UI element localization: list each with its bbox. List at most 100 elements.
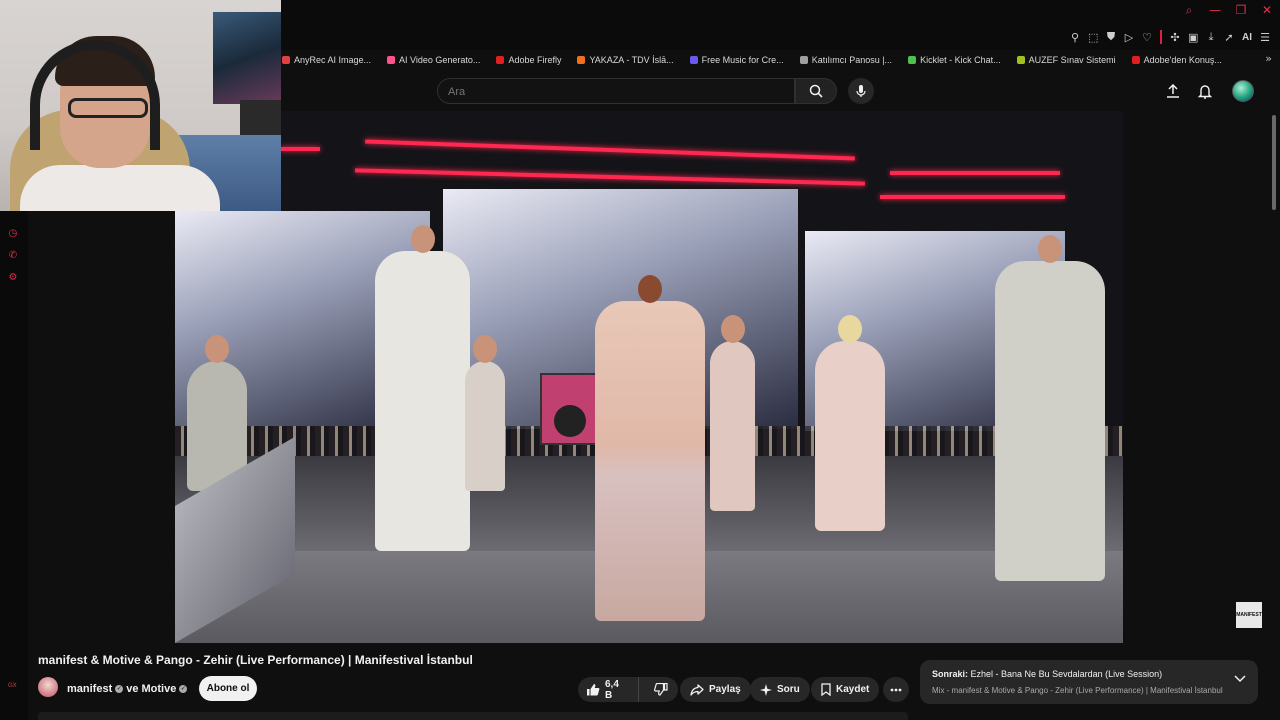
close-icon[interactable]: ✕ — [1260, 3, 1274, 18]
messenger-icon[interactable]: ✆ — [7, 250, 19, 262]
video-player[interactable] — [175, 111, 1123, 643]
channel-joiner: ve — [126, 683, 139, 695]
voice-search-button[interactable] — [848, 78, 874, 104]
thumbs-down-icon — [654, 683, 668, 696]
thumbs-up-icon — [587, 684, 600, 696]
up-next-title: Ezhel - Bana Ne Bu Sevdalardan (Live Ses… — [970, 669, 1163, 679]
account-avatar[interactable] — [1232, 80, 1254, 102]
pin-icon[interactable]: ⚲ — [1070, 31, 1080, 44]
like-dislike-group: 6,4 B — [578, 677, 678, 702]
chevron-down-icon[interactable] — [1234, 675, 1246, 683]
bookmarks-more-icon[interactable]: » — [1265, 52, 1272, 65]
stage-light-bar — [880, 195, 1065, 199]
bookmark-label: YAKAZA - TDV İslā... — [589, 55, 674, 65]
notifications-button[interactable] — [1194, 80, 1216, 102]
subscribe-button[interactable]: Abone ol — [199, 676, 257, 701]
bookmark-item[interactable]: AI Video Generato... — [387, 55, 480, 65]
stage-light-bar — [365, 139, 855, 161]
search-button[interactable] — [795, 78, 837, 104]
favicon-icon — [689, 56, 698, 64]
dislike-button[interactable] — [644, 677, 678, 702]
share-button[interactable]: Paylaş — [680, 677, 751, 702]
lead-singer — [595, 275, 705, 621]
dancer — [995, 235, 1105, 581]
channel-avatar[interactable] — [38, 677, 58, 697]
upload-icon — [1167, 84, 1179, 98]
bookmark-item[interactable]: Adobe Firefly — [496, 55, 561, 65]
stage-light-bar — [890, 171, 1060, 175]
bookmark-item[interactable]: Free Music for Cre... — [689, 55, 784, 65]
channel-name-b[interactable]: Motive — [142, 683, 177, 695]
bookmark-item[interactable]: AnyRec AI Image... — [282, 55, 371, 65]
up-next-card[interactable]: Sonraki: Ezhel - Bana Ne Bu Sevdalardan … — [920, 660, 1258, 704]
bookmark-item[interactable]: YAKAZA - TDV İslā... — [577, 55, 674, 65]
ask-button[interactable]: Soru — [750, 677, 810, 702]
dancer — [710, 315, 755, 511]
bookmark-item[interactable]: Adobe'den Konuş... — [1131, 55, 1222, 65]
youtube-header — [280, 70, 1280, 112]
bookmark-label: AI Video Generato... — [399, 55, 481, 65]
bookmark-label: Adobe'den Konuş... — [1143, 55, 1222, 65]
search-box — [437, 78, 795, 104]
settings-icon[interactable]: ⚙ — [7, 272, 19, 284]
bookmarks-bar: AnyRec AI Image... AI Video Generato... Ad… — [282, 52, 1280, 68]
glasses — [68, 98, 148, 118]
more-actions-button[interactable] — [883, 677, 909, 702]
video-title: manifest & Motive & Pango - Zehir (Live … — [38, 653, 473, 667]
stage-light-bar — [355, 168, 865, 186]
search-icon[interactable]: ⌕ — [1182, 3, 1196, 18]
channel-name-a[interactable]: manifest — [67, 683, 112, 695]
ask-label: Soru — [777, 684, 800, 695]
save-label: Kaydet — [836, 684, 870, 695]
bookmark-label: AUZEF Sınav Sistemi — [1028, 55, 1116, 65]
dancer — [815, 315, 885, 531]
download-icon[interactable]: ⤓ — [1206, 30, 1216, 44]
bookmark-item[interactable]: Katılımcı Panosu |... — [799, 55, 892, 65]
description-box-edge — [38, 712, 908, 720]
clock-icon[interactable]: ◷ — [7, 228, 19, 240]
favicon-icon — [1131, 56, 1140, 64]
channel-watermark[interactable]: MANIFEST — [1236, 602, 1262, 628]
wall-poster — [213, 12, 281, 104]
up-next-title-line: Sonraki: Ezhel - Bana Ne Bu Sevdalardan … — [932, 669, 1162, 679]
favicon-icon — [387, 56, 396, 64]
play-icon[interactable]: ▷ — [1124, 31, 1134, 44]
bookmark-item[interactable]: AUZEF Sınav Sistemi — [1016, 55, 1116, 65]
streamer-body — [20, 165, 220, 211]
shelf — [240, 100, 281, 140]
favicon-icon — [908, 56, 917, 64]
upload-button[interactable] — [1162, 80, 1184, 102]
page-scrollbar[interactable] — [1272, 115, 1276, 210]
favicon-icon — [1016, 56, 1025, 64]
puzzle-icon[interactable]: ✣ — [1170, 31, 1180, 44]
favicon-icon — [577, 56, 586, 64]
gallery-icon[interactable]: ▣ — [1188, 31, 1198, 44]
like-button[interactable]: 6,4 B — [578, 677, 639, 702]
divider — [1160, 30, 1162, 44]
extension-icons: ⚲ ⬚ ⛊ ▷ ♡ ✣ ▣ ⤓ ➚ AI ☰ — [1070, 30, 1270, 44]
minimize-icon[interactable]: — — [1208, 3, 1222, 18]
bookmark-label: Free Music for Cre... — [701, 55, 784, 65]
up-next-prefix: Sonraki: — [932, 669, 969, 679]
bookmark-label: AnyRec AI Image... — [294, 55, 372, 65]
boombox-prop — [540, 373, 600, 445]
share-label: Paylaş — [709, 684, 741, 695]
sparkle-icon — [760, 683, 772, 696]
shield-icon[interactable]: ⛊ — [1106, 30, 1116, 44]
bell-icon — [1198, 84, 1212, 99]
window-controls: ⌕ — ❐ ✕ — [1182, 3, 1274, 18]
menu-icon[interactable]: ☰ — [1260, 31, 1270, 44]
restore-icon[interactable]: ❐ — [1234, 3, 1248, 18]
heart-icon[interactable]: ♡ — [1142, 31, 1152, 44]
bookmark-label: Kicklet - Kick Chat... — [920, 55, 1001, 65]
favicon-icon — [496, 56, 505, 64]
search-input[interactable] — [448, 84, 778, 100]
bookmark-item[interactable]: Kicklet - Kick Chat... — [908, 55, 1001, 65]
screenshot-icon[interactable]: ⬚ — [1088, 31, 1098, 44]
send-icon[interactable]: ➚ — [1224, 31, 1234, 44]
channel-names[interactable]: manifest ✓ ve Motive ✓ — [67, 683, 188, 695]
ai-button[interactable]: AI — [1242, 32, 1252, 43]
microphone-icon — [856, 85, 866, 97]
like-count: 6,4 B — [605, 678, 619, 701]
save-button[interactable]: Kaydet — [811, 677, 880, 702]
